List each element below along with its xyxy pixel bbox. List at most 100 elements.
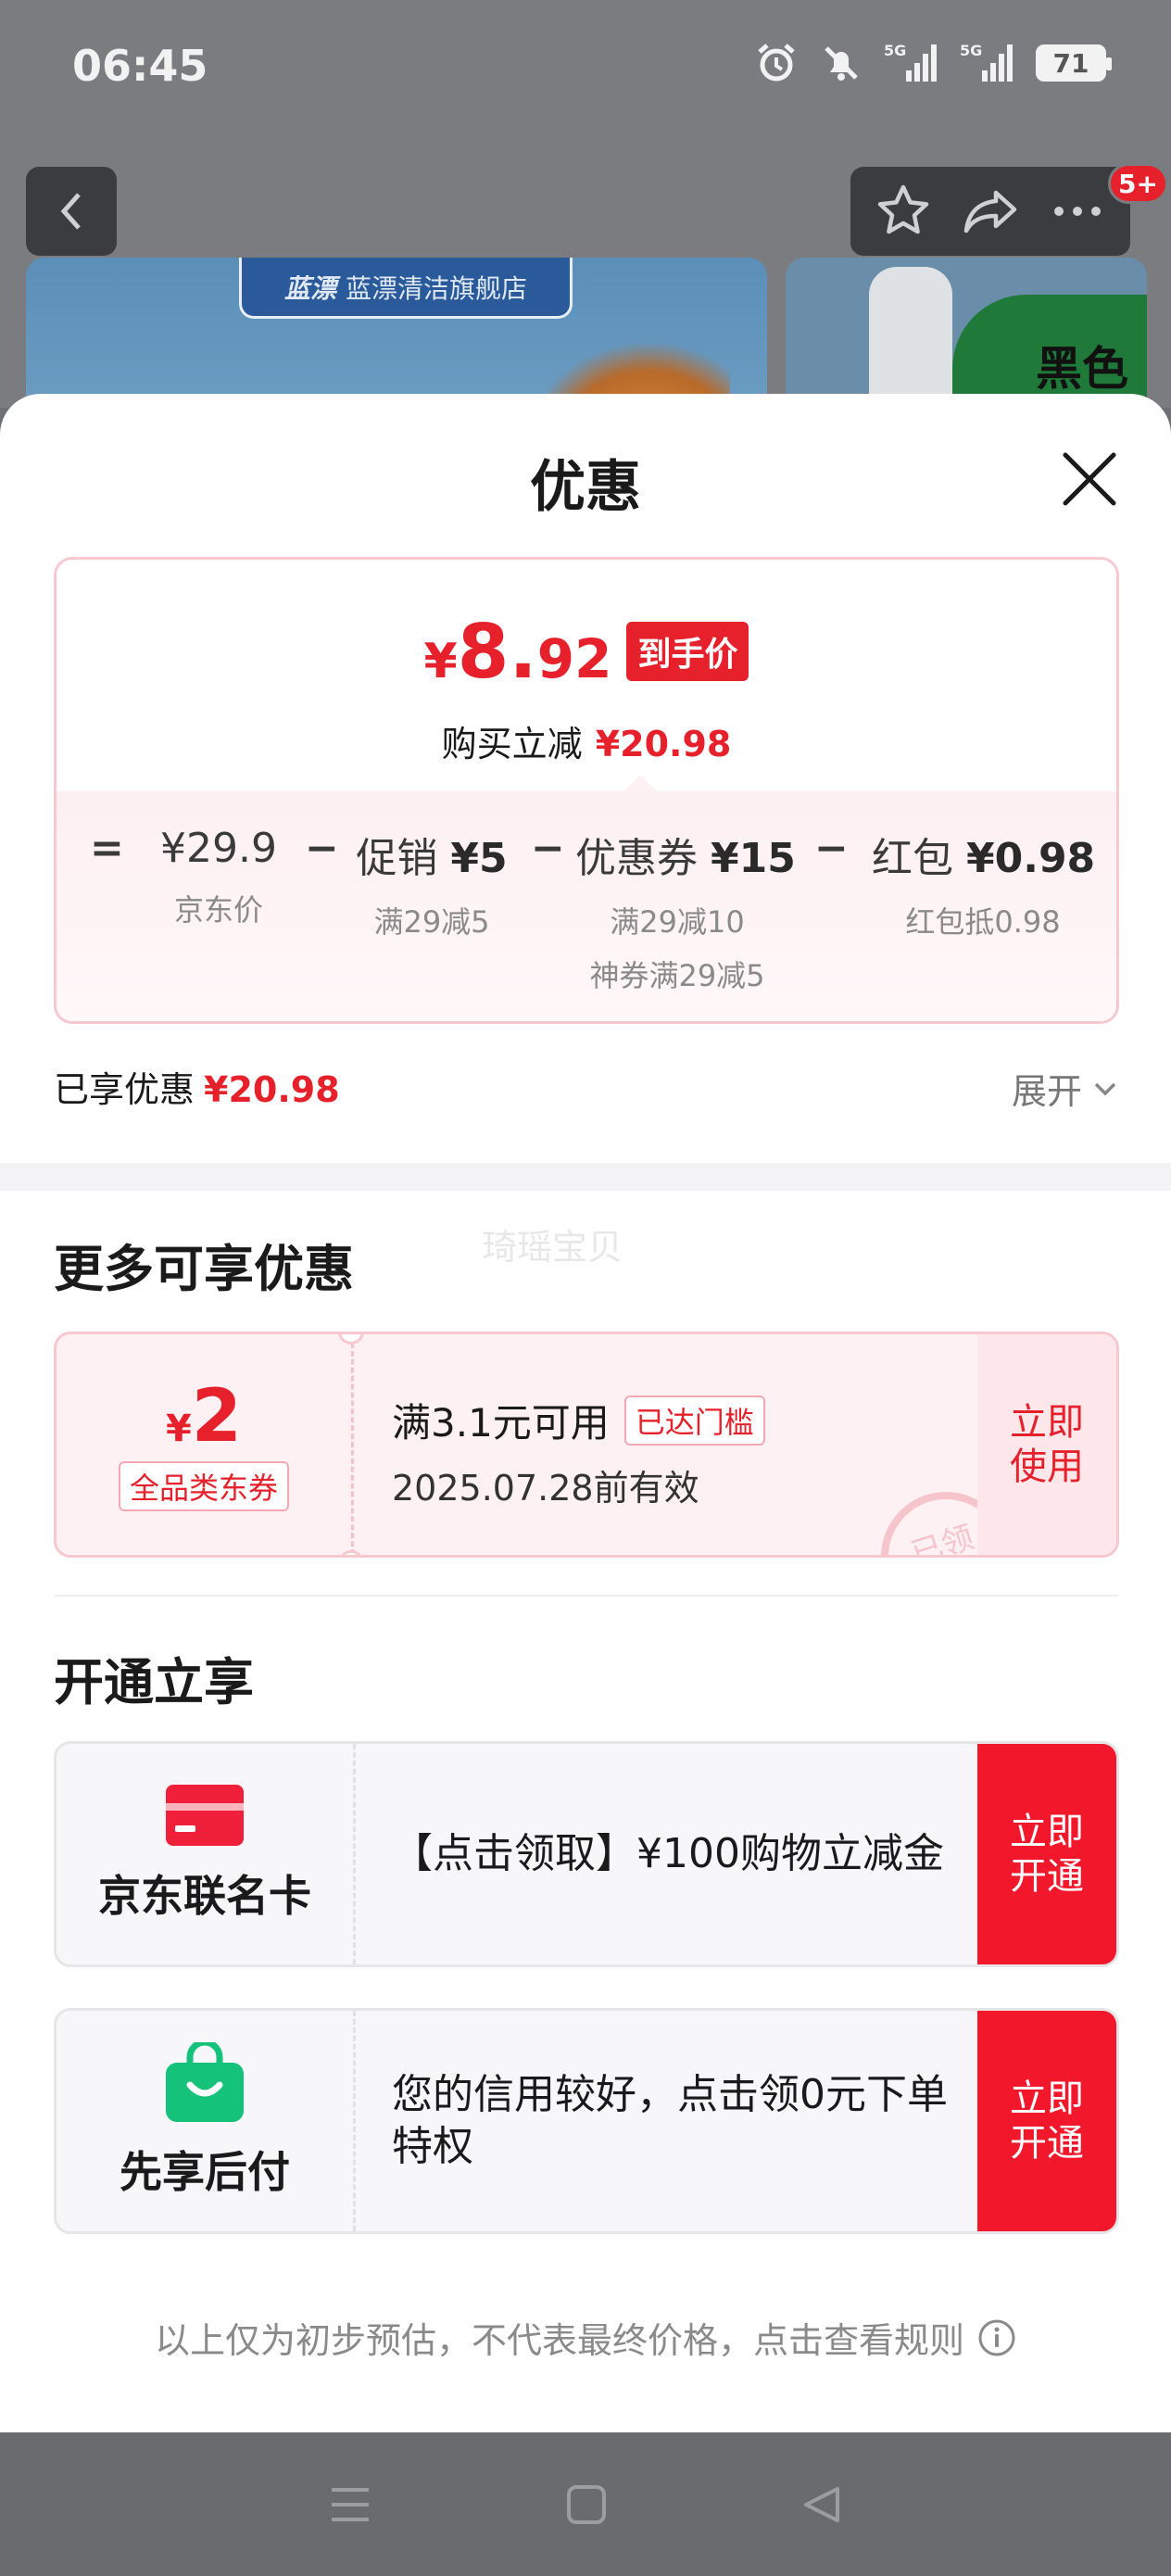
shopping-bag-icon: [166, 2042, 244, 2122]
breakdown-item-coupon: 优惠券 ¥15 满29减10 神券满29减5: [575, 825, 796, 995]
breakdown-value: ¥29.9: [160, 825, 277, 872]
instant-discount-row: 购买立减 ¥20.98: [57, 715, 1116, 766]
breakdown-value: ¥0.98: [966, 835, 1096, 882]
open-now-button[interactable]: 立即开通: [977, 2011, 1116, 2231]
breakdown-item-red-packet: 红包 ¥0.98 红包抵0.98: [872, 825, 1096, 941]
open-card-separator: [353, 2011, 356, 2231]
minus-sign: −: [305, 825, 339, 872]
store-name: 蓝漂清洁旗舰店: [346, 272, 528, 304]
system-nav-bar: [0, 2433, 1171, 2576]
expand-toggle[interactable]: 展开: [1012, 1063, 1119, 1114]
open-card-name: 先享后付: [120, 2147, 290, 2197]
section-divider: [0, 1163, 1171, 1191]
breakdown-label: 优惠券: [575, 835, 698, 882]
breakdown-value: ¥15: [711, 835, 796, 882]
breakdown-sub: 红包抵0.98: [905, 904, 1061, 940]
svg-text:5G: 5G: [960, 42, 982, 59]
product-banner[interactable]: 黑色: [786, 258, 1147, 408]
open-card-text: 您的信用较好，点击领0元下单特权: [392, 2071, 948, 2170]
status-time: 06:45: [72, 41, 208, 91]
final-price-tag: 到手价: [626, 622, 749, 681]
breakdown-label: 促销: [356, 835, 438, 882]
coupon-number: 2: [191, 1375, 243, 1458]
breakdown-item-jd-price: ¥29.9 京东价: [149, 825, 288, 929]
instant-discount-value: ¥20.98: [595, 724, 732, 764]
final-price-row: ¥ 8. 92 到手价: [57, 615, 1116, 690]
coupon-type: 全品类东券: [118, 1461, 289, 1511]
enjoyed-discount: 已享优惠 ¥20.98: [54, 1061, 340, 1112]
breakdown-row: = ¥29.9 京东价 − 促销 ¥5 满29减5 − 优惠券 ¥15 满29减…: [57, 825, 1116, 1010]
status-bar: 06:45 5G 5G 71: [0, 0, 1171, 139]
close-icon[interactable]: [1056, 446, 1123, 512]
home-square-icon[interactable]: [565, 2483, 608, 2526]
equals-sign: =: [90, 825, 124, 872]
5g-signal-icon: 5G: [960, 42, 1013, 82]
coupon-value: ¥ 2 全品类东券: [57, 1334, 351, 1555]
5g-signal-icon: 5G: [884, 42, 937, 82]
breakdown-main: 红包 ¥0.98: [872, 825, 1096, 884]
store-banner[interactable]: 蓝漂 蓝漂清洁旗舰店: [26, 258, 767, 408]
disclaimer-link[interactable]: 以上仅为初步预估，不代表最终价格，点击查看规则: [0, 2312, 1171, 2363]
menu-icon[interactable]: [328, 2484, 372, 2525]
price-summary: ¥ 8. 92 到手价 购买立减 ¥20.98: [57, 560, 1116, 793]
disclaimer-text: 以上仅为初步预估，不代表最终价格，点击查看规则: [154, 2320, 964, 2361]
bottle-image: [869, 267, 952, 408]
final-price-decimal: 92: [536, 627, 612, 690]
star-icon[interactable]: [874, 182, 933, 241]
breakdown-sub: 满29减5: [373, 904, 490, 940]
svg-text:5G: 5G: [884, 42, 906, 59]
thin-divider: [54, 1595, 1119, 1597]
info-icon: [978, 2319, 1015, 2355]
use-coupon-button[interactable]: 立即使用: [977, 1334, 1116, 1555]
price-card: ¥ 8. 92 到手价 购买立减 ¥20.98 = ¥29.9 京东价 − 促销…: [54, 557, 1119, 1024]
promo-text: 黑色: [1036, 342, 1128, 396]
coupon-separator: [351, 1334, 354, 1555]
pointer-arrow: [622, 775, 659, 793]
chevron-left-icon: [60, 193, 81, 230]
open-card-separator: [353, 1744, 356, 1964]
final-price-integer: 8.: [457, 609, 537, 695]
coupon-amount: ¥ 2: [166, 1378, 242, 1456]
chevron-down-icon: [1094, 1082, 1116, 1095]
breakdown-sub: 满29减10: [610, 904, 745, 940]
background-product-page: 06:45 5G 5G 71 5+ 蓝漂 蓝漂清洁旗舰店 黑色: [0, 0, 1171, 408]
breakdown-sub: 京东价: [173, 892, 263, 928]
coupon-currency: ¥: [165, 1408, 192, 1450]
enjoyed-label: 已享优惠: [54, 1069, 195, 1110]
open-card-jd-co-branded[interactable]: 京东联名卡 【点击领取】¥100购物立减金 立即开通: [54, 1741, 1119, 1967]
alarm-icon: [758, 44, 795, 82]
credit-card-icon: [166, 1785, 244, 1846]
bell-muted-icon: [825, 46, 858, 81]
top-actions: [850, 167, 1130, 256]
back-button[interactable]: [26, 167, 117, 256]
more-icon[interactable]: [1048, 182, 1107, 241]
instant-discount-label: 购买立减: [441, 724, 583, 764]
battery-indicator: 71: [1036, 44, 1112, 82]
breakdown-main: 促销 ¥5: [353, 825, 510, 884]
final-price: ¥ 8. 92: [423, 609, 612, 695]
discount-sheet: 优惠 ¥ 8. 92 到手价 购买立减 ¥20.98 = ¥29.9 京东价 −…: [0, 394, 1171, 2432]
coupon-details: 满3.1元可用 已达门槛 2025.07.28前有效: [392, 1392, 765, 1510]
breakdown-label: 红包: [872, 835, 953, 882]
cart-badge: 5+: [1108, 163, 1168, 204]
share-icon[interactable]: [961, 182, 1020, 241]
minus-sign: −: [531, 825, 565, 872]
threshold-reached-tag: 已达门槛: [623, 1395, 765, 1446]
back-triangle-icon[interactable]: [800, 2483, 843, 2526]
expand-label: 展开: [1011, 1071, 1082, 1112]
minus-sign: −: [814, 825, 849, 872]
breakdown-main: 优惠券 ¥15: [575, 825, 796, 884]
coupon-condition: 满3.1元可用: [392, 1400, 610, 1446]
price-breakdown: = ¥29.9 京东价 − 促销 ¥5 满29减5 − 优惠券 ¥15 满29减…: [57, 791, 1116, 1021]
open-benefits-title: 开通立享: [54, 1653, 254, 1711]
open-card-pay-later[interactable]: 先享后付 您的信用较好，点击领0元下单特权 立即开通: [54, 2008, 1119, 2234]
sheet-title: 优惠: [530, 455, 641, 520]
coupon-validity: 2025.07.28前有效: [392, 1468, 699, 1509]
final-price-currency: ¥: [423, 634, 458, 689]
store-name-tag: 蓝漂 蓝漂清洁旗舰店: [239, 258, 573, 319]
open-card-text: 【点击领取】¥100购物立减金: [392, 1830, 944, 1877]
breakdown-sub2: 神券满29减5: [589, 958, 765, 993]
coupon-card: ¥ 2 全品类东券 满3.1元可用 已达门槛 2025.07.28前有效 已领 …: [54, 1332, 1119, 1558]
store-logo: 蓝漂: [283, 272, 336, 304]
open-now-button[interactable]: 立即开通: [977, 1744, 1116, 1964]
